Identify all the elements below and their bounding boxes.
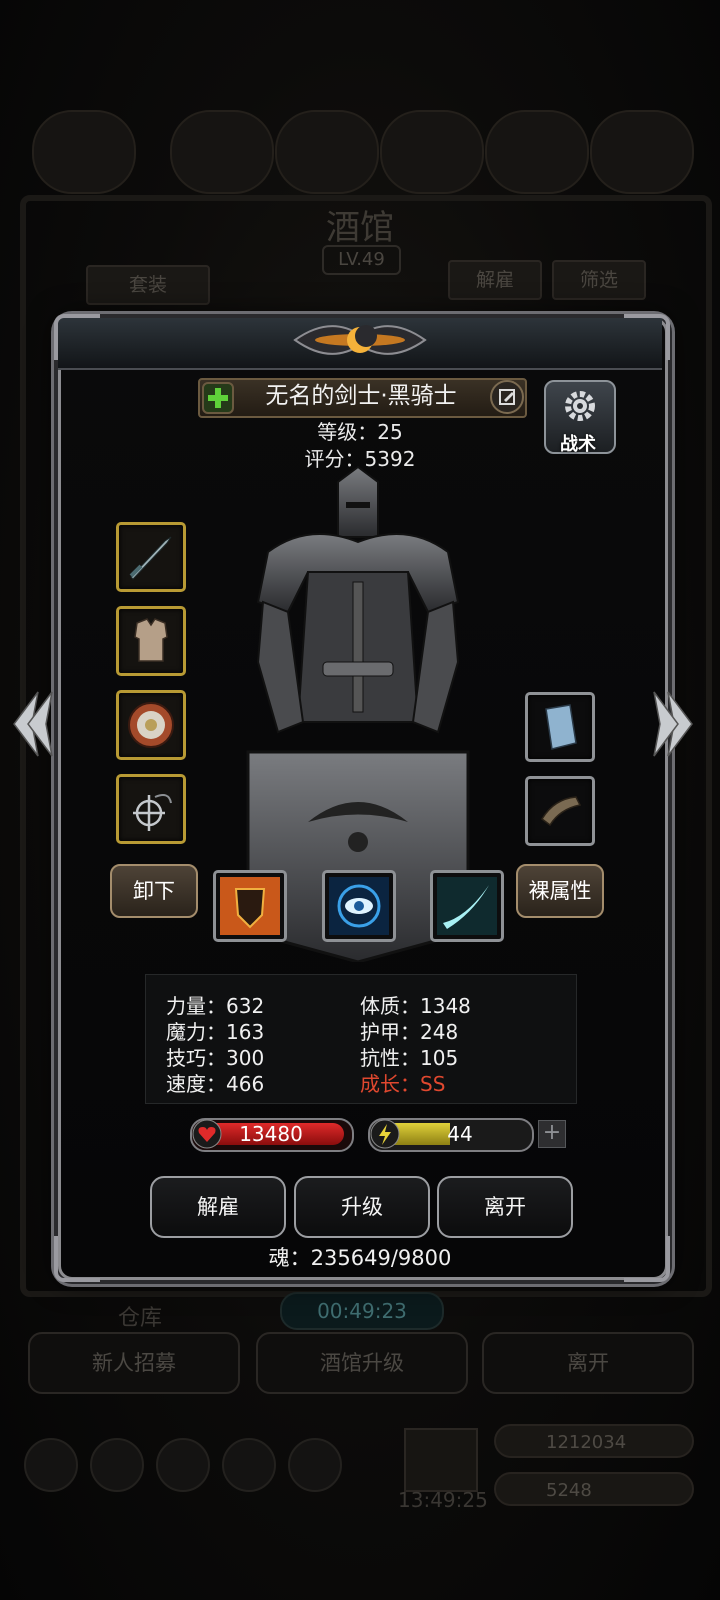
stat-armor: 护甲：248 (360, 1020, 459, 1044)
rename-button[interactable] (490, 380, 524, 414)
bg-dismiss-button: 解雇 (448, 260, 542, 300)
plus-icon (208, 388, 228, 408)
bg-set-button: 套装 (86, 265, 210, 305)
lightning-icon (370, 1119, 400, 1149)
dialog-corner-bl (54, 1236, 100, 1282)
skill-slot-3[interactable] (430, 870, 504, 942)
base-attributes-button[interactable]: 裸属性 (516, 864, 604, 918)
stat-resistance: 抗性：105 (360, 1046, 459, 1070)
upgrade-button[interactable]: 升级 (294, 1176, 430, 1238)
bg-warehouse-label: 仓库 (118, 1306, 163, 1331)
next-hero-arrow-icon[interactable] (650, 684, 698, 764)
amulet-icon (133, 794, 172, 831)
accessory-slot[interactable] (116, 690, 186, 760)
pencil-icon (499, 389, 515, 405)
hero-name: 无名的剑士·黑骑士 (265, 383, 457, 409)
stat-skill: 技巧：300 (166, 1046, 265, 1070)
moon-ornament-icon (293, 325, 427, 355)
dialog-corner-tl (54, 314, 100, 360)
bg-title: 酒馆 (326, 208, 394, 248)
gear-icon (565, 391, 595, 421)
bg-recruit-button: 新人招募 (28, 1332, 240, 1394)
hp-value: 13480 (239, 1122, 303, 1146)
tactics-label: 战术 (560, 434, 596, 455)
bg-tavern-upgrade-button: 酒馆升级 (256, 1332, 468, 1394)
bg-tab-3 (275, 110, 379, 194)
sword-icon (129, 536, 172, 580)
bg-clock: 13:49:25 (398, 1488, 488, 1512)
previous-hero-arrow-icon[interactable] (8, 684, 56, 764)
bg-timer: 00:49:23 (280, 1292, 444, 1330)
stat-magic: 魔力：163 (166, 1020, 265, 1044)
bracer-slot[interactable] (525, 776, 595, 846)
dismiss-button[interactable]: 解雇 (150, 1176, 286, 1238)
bg-gem-counter: 5248 (494, 1472, 694, 1506)
bg-menu-icon-1 (24, 1438, 78, 1492)
chest-armor-icon (134, 618, 168, 662)
bg-filter-button: 筛选 (552, 260, 646, 300)
stat-constitution: 体质：1348 (360, 994, 471, 1018)
dialog-corner-br (624, 1236, 670, 1282)
bg-gift-icon (404, 1428, 478, 1492)
bg-tab-2 (170, 110, 274, 194)
soul-counter: 魂：235649/9800 (268, 1246, 452, 1270)
eye-skill-icon (329, 877, 389, 935)
bg-menu-icon-4 (222, 1438, 276, 1492)
leave-button[interactable]: 离开 (437, 1176, 573, 1238)
skill-slot-1[interactable] (213, 870, 287, 942)
bg-menu-icon-2 (90, 1438, 144, 1492)
slash-skill-icon (437, 877, 497, 935)
book-icon (545, 704, 577, 750)
armor-slot[interactable] (116, 606, 186, 676)
skill-slot-2[interactable] (322, 870, 396, 942)
unequip-button[interactable]: 卸下 (110, 864, 198, 918)
book-slot[interactable] (525, 692, 595, 762)
bracer-icon (541, 796, 582, 827)
add-energy-button[interactable]: + (538, 1120, 566, 1148)
bg-leave-button: 离开 (482, 1332, 694, 1394)
bg-menu-icon-3 (156, 1438, 210, 1492)
bg-tab-5 (485, 110, 589, 194)
energy-value: 44 (447, 1122, 473, 1146)
stat-growth: 成长：SS (360, 1072, 446, 1096)
stat-strength: 力量：632 (166, 994, 265, 1018)
bg-tab-4 (380, 110, 484, 194)
bg-level-badge: LV.49 (322, 245, 401, 275)
bg-tab-1 (32, 110, 136, 194)
add-button[interactable] (202, 382, 234, 414)
bg-menu-icon-5 (288, 1438, 342, 1492)
bg-tab-6 (590, 110, 694, 194)
shield-ring-icon (128, 702, 174, 748)
amulet-slot[interactable] (116, 774, 186, 844)
stat-speed: 速度：466 (166, 1072, 265, 1096)
bg-gold-counter: 1212034 (494, 1424, 694, 1458)
flame-shield-skill-icon (220, 877, 280, 935)
hero-level: 等级：25 (317, 420, 403, 444)
dialog-corner-tr (624, 314, 670, 360)
weapon-slot[interactable] (116, 522, 186, 592)
